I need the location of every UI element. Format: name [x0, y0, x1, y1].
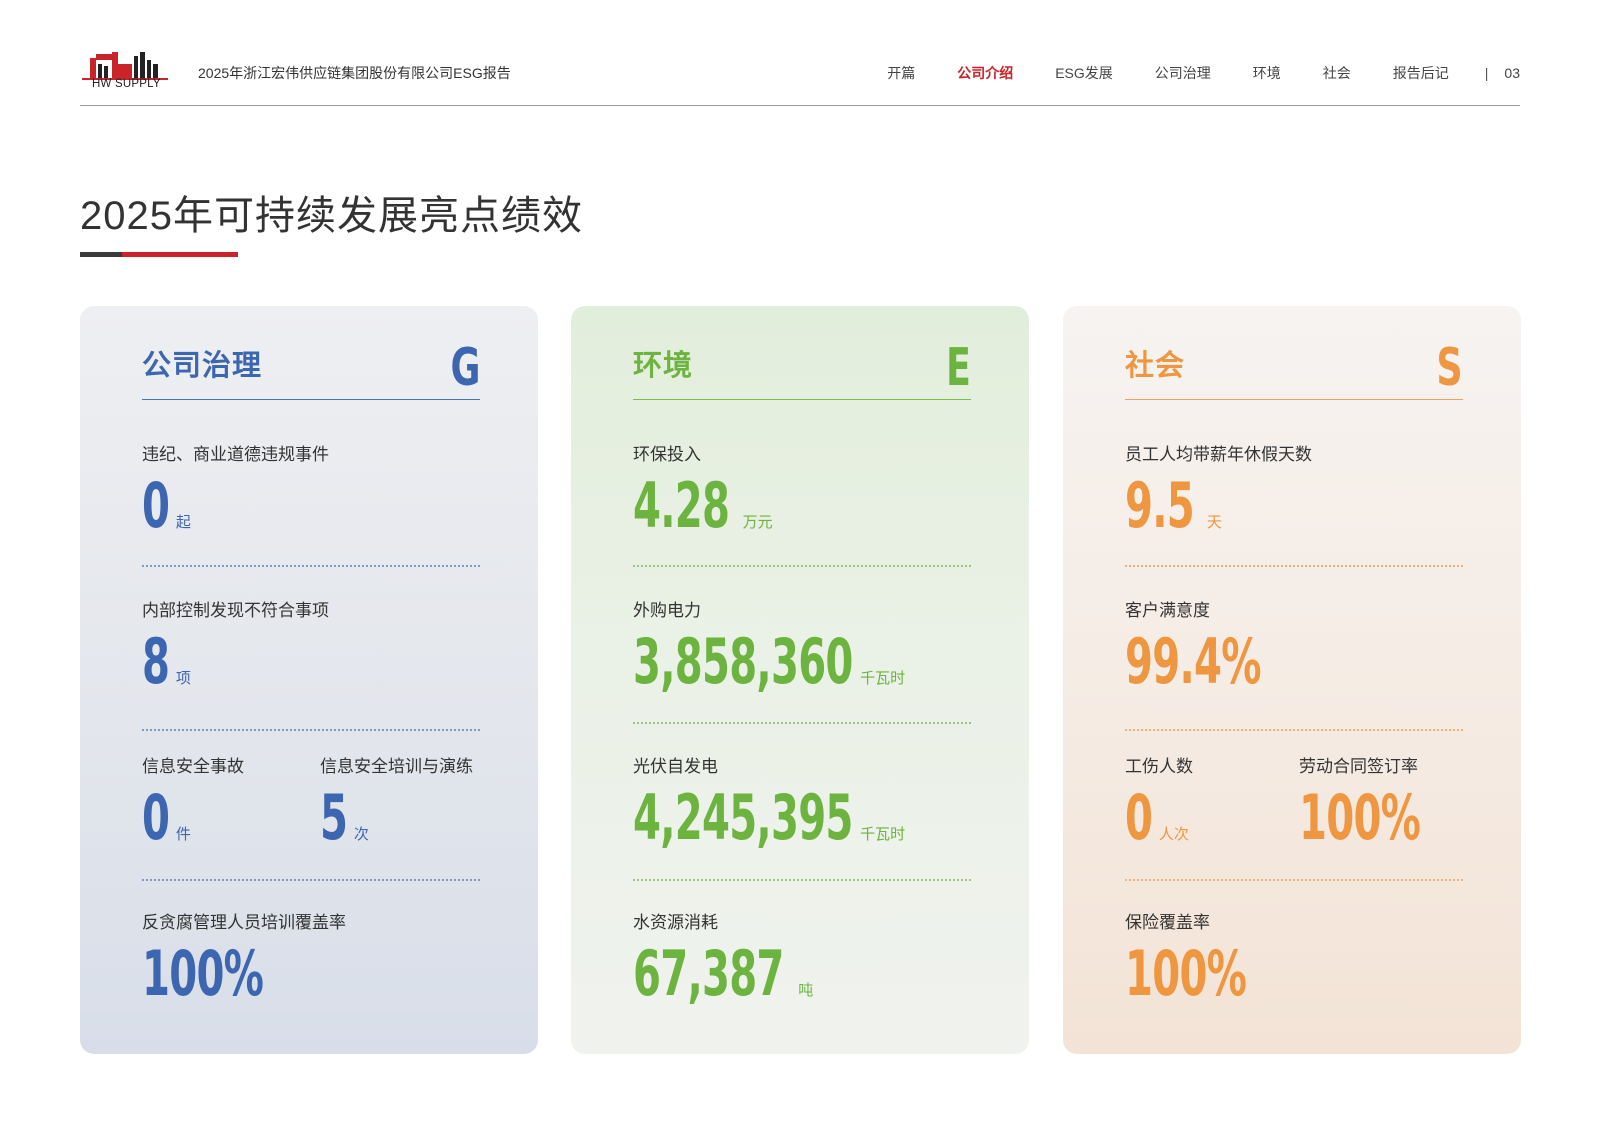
- metric-label: 信息安全事故: [142, 757, 244, 776]
- metric-divider: [142, 565, 480, 567]
- metric-labor-contract-rate: 劳动合同签订率 100%: [1299, 752, 1467, 849]
- nav-item-environment[interactable]: 环境: [1253, 63, 1281, 83]
- governance-card-title: 公司治理: [142, 350, 263, 382]
- metric-divider: [633, 879, 971, 881]
- environment-card-header: 环境 E: [633, 342, 971, 400]
- metric-customer-satisfaction: 客户满意度 99.4%: [1125, 596, 1314, 693]
- metric-value: 4,245,395: [633, 781, 853, 854]
- metric-value: 67,387: [633, 937, 784, 1010]
- metric-insurance-coverage: 保险覆盖率 100%: [1125, 908, 1293, 1005]
- governance-card-header: 公司治理 G: [142, 342, 480, 400]
- page-number: 03: [1504, 65, 1520, 81]
- metric-divider: [633, 722, 971, 724]
- metric-unit: 人次: [1158, 826, 1189, 843]
- title-underline-dark: [80, 252, 122, 257]
- metric-label: 外购电力: [633, 601, 701, 620]
- metric-label: 环保投入: [633, 445, 701, 464]
- metric-label: 员工人均带薪年休假天数: [1125, 445, 1312, 464]
- metric-value: 100%: [1125, 937, 1247, 1010]
- metric-value: 0: [1125, 781, 1153, 854]
- governance-header-line: [142, 398, 480, 400]
- metric-unit: 千瓦时: [860, 670, 906, 687]
- metric-infosec-training: 信息安全培训与演练 5次: [320, 752, 473, 849]
- metric-label: 违纪、商业道德违规事件: [142, 445, 329, 464]
- metric-value: 5: [320, 781, 348, 854]
- metric-unit: 起: [175, 514, 191, 531]
- metric-label: 客户满意度: [1125, 601, 1210, 620]
- metric-divider: [1125, 879, 1463, 881]
- report-header: HW SUPPLY 2025年浙江宏伟供应链集团股份有限公司ESG报告 开篇 公…: [80, 40, 1520, 106]
- metric-divider: [1125, 729, 1463, 731]
- metric-infosec-incidents: 信息安全事故 0件: [142, 752, 244, 849]
- title-underline-red: [122, 252, 238, 257]
- metric-unit: 件: [175, 826, 191, 843]
- environment-header-line: [633, 398, 971, 400]
- metric-purchased-electricity: 外购电力 3,858,360 千瓦时: [633, 596, 905, 693]
- nav-item-governance[interactable]: 公司治理: [1155, 63, 1211, 83]
- metric-divider: [142, 879, 480, 881]
- metric-unit: 千瓦时: [860, 826, 906, 843]
- metric-work-injuries: 工伤人数 0 人次: [1125, 752, 1193, 849]
- metric-internal-control-findings: 内部控制发现不符合事项 8项: [142, 596, 329, 693]
- social-letter: S: [1436, 338, 1463, 398]
- social-card: 社会 S 员工人均带薪年休假天数 9.5 天 客户满意度 99.4% 工伤人数 0…: [1063, 306, 1521, 1054]
- metric-label: 水资源消耗: [633, 913, 718, 932]
- metric-label: 反贪腐管理人员培训覆盖率: [142, 913, 346, 932]
- environment-card-title: 环境: [633, 350, 694, 382]
- metric-value: 0: [142, 469, 170, 542]
- metric-value: 99.4%: [1125, 625, 1261, 698]
- metric-unit: 万元: [742, 514, 773, 531]
- metric-solar-generation: 光伏自发电 4,245,395 千瓦时: [633, 752, 905, 849]
- metric-unit: 次: [353, 826, 369, 843]
- metric-value: 8: [142, 625, 170, 698]
- metric-unit: 项: [175, 670, 191, 687]
- social-header-line: [1125, 398, 1463, 400]
- metric-label: 工伤人数: [1125, 757, 1193, 776]
- metric-label: 信息安全培训与演练: [320, 757, 473, 776]
- top-nav: 开篇 公司介绍 ESG发展 公司治理 环境 社会 报告后记 | 03: [845, 63, 1520, 83]
- governance-letter: G: [450, 338, 480, 398]
- metric-label: 劳动合同签订率: [1299, 757, 1418, 776]
- metric-value: 0: [142, 781, 170, 854]
- metric-environmental-investment: 环保投入 4.28 万元: [633, 440, 773, 537]
- metric-divider: [1125, 565, 1463, 567]
- metric-paid-annual-leave: 员工人均带薪年休假天数 9.5 天: [1125, 440, 1312, 537]
- metric-anticorruption-training: 反贪腐管理人员培训覆盖率 100%: [142, 908, 346, 1005]
- nav-item-postscript[interactable]: 报告后记: [1393, 63, 1449, 83]
- metric-label: 保险覆盖率: [1125, 913, 1210, 932]
- social-card-title: 社会: [1125, 350, 1186, 382]
- nav-item-esg-development[interactable]: ESG发展: [1055, 63, 1113, 83]
- nav-separator: |: [1484, 65, 1489, 81]
- metric-label: 内部控制发现不符合事项: [142, 601, 329, 620]
- metric-value: 100%: [1299, 781, 1421, 854]
- metric-label: 光伏自发电: [633, 757, 718, 776]
- environment-letter: E: [946, 338, 971, 398]
- metric-value: 100%: [142, 937, 264, 1010]
- nav-item-social[interactable]: 社会: [1323, 63, 1351, 83]
- page-title: 2025年可持续发展亮点绩效: [80, 194, 583, 238]
- nav-item-company-intro[interactable]: 公司介绍: [957, 63, 1013, 83]
- environment-card: 环境 E 环保投入 4.28 万元 外购电力 3,858,360 千瓦时 光伏自发电…: [571, 306, 1029, 1054]
- report-title: 2025年浙江宏伟供应链集团股份有限公司ESG报告: [198, 65, 511, 81]
- logo-text: HW SUPPLY: [92, 78, 161, 90]
- metric-violation-events: 违纪、商业道德违规事件 0起: [142, 440, 329, 537]
- governance-card: 公司治理 G 违纪、商业道德违规事件 0起 内部控制发现不符合事项 8项 信息安…: [80, 306, 538, 1054]
- metric-water-consumption: 水资源消耗 67,387 吨: [633, 908, 813, 1005]
- metric-value: 4.28: [633, 469, 730, 542]
- metric-value: 3,858,360: [633, 625, 853, 698]
- metric-unit: 天: [1206, 514, 1222, 531]
- metric-divider: [633, 565, 971, 567]
- metric-value: 9.5: [1125, 469, 1195, 542]
- metric-divider: [142, 729, 480, 731]
- social-card-header: 社会 S: [1125, 342, 1463, 400]
- nav-item-opening[interactable]: 开篇: [887, 63, 915, 83]
- metric-unit: 吨: [798, 982, 814, 999]
